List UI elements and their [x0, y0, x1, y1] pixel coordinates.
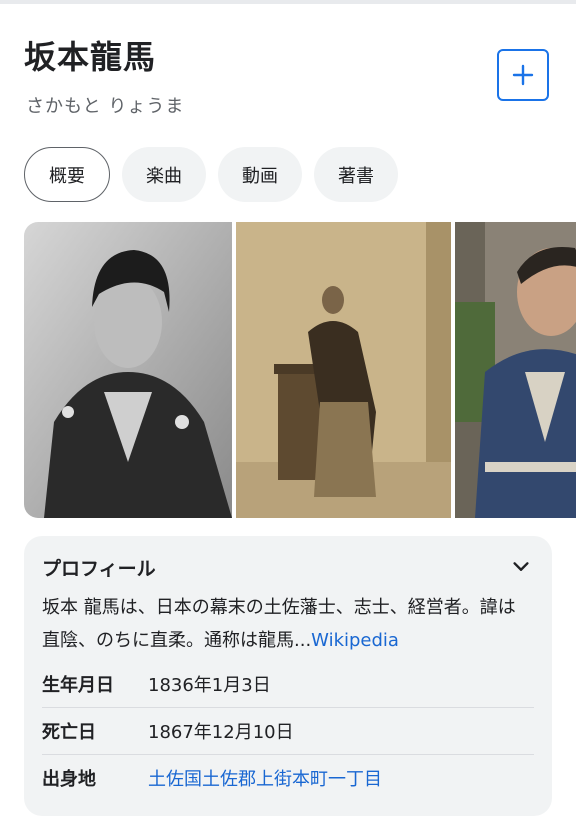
standing-photo[interactable] [236, 222, 451, 518]
plus-icon [512, 64, 534, 86]
profile-card: プロフィール 坂本 龍馬は、日本の幕末の土佐藩士、志士、経営者。諱は直陰、のちに… [24, 536, 552, 816]
profile-description: 坂本 龍馬は、日本の幕末の土佐藩士、志士、経営者。諱は直陰、のちに直柔。通称は龍… [42, 591, 532, 657]
fact-row: 生年月日 1836年1月3日 [42, 661, 534, 708]
title-reading: さかもと りょうま [26, 96, 185, 117]
tab-videos[interactable]: 動画 [218, 147, 302, 202]
facts-list: 生年月日 1836年1月3日 死亡日 1867年12月10日 出身地 土佐国土佐… [42, 661, 534, 801]
fact-row: 死亡日 1867年12月10日 [42, 708, 534, 755]
tab-songs[interactable]: 楽曲 [122, 147, 206, 202]
fact-value: 1867年12月10日 [148, 722, 294, 743]
fact-value: 1836年1月3日 [148, 675, 271, 696]
chevron-down-icon[interactable] [510, 556, 532, 578]
image-carousel[interactable] [24, 222, 576, 518]
fact-label: 死亡日 [42, 722, 96, 743]
fact-label: 出身地 [42, 769, 96, 790]
wikipedia-link[interactable]: Wikipedia [311, 630, 399, 651]
tab-bar: 概要 楽曲 動画 著書 [24, 147, 410, 202]
add-button[interactable] [497, 49, 549, 101]
tab-overview[interactable]: 概要 [24, 147, 110, 202]
ellipsis: ... [294, 630, 312, 651]
tab-books[interactable]: 著書 [314, 147, 398, 202]
fact-label: 生年月日 [42, 675, 114, 696]
page-title: 坂本龍馬 [24, 38, 157, 76]
birthplace-link[interactable]: 土佐国土佐郡上街本町一丁目 [148, 765, 382, 791]
fact-row: 出身地 土佐国土佐郡上街本町一丁目 [42, 755, 534, 801]
description-text: 坂本 龍馬は、日本の幕末の土佐藩士、志士、経営者。諱は直陰、のちに直柔。通称は龍… [42, 597, 516, 651]
seated-photo[interactable] [455, 222, 576, 518]
top-divider [0, 0, 576, 4]
portrait-photo-1[interactable] [24, 222, 232, 518]
profile-title: プロフィール [42, 558, 156, 580]
